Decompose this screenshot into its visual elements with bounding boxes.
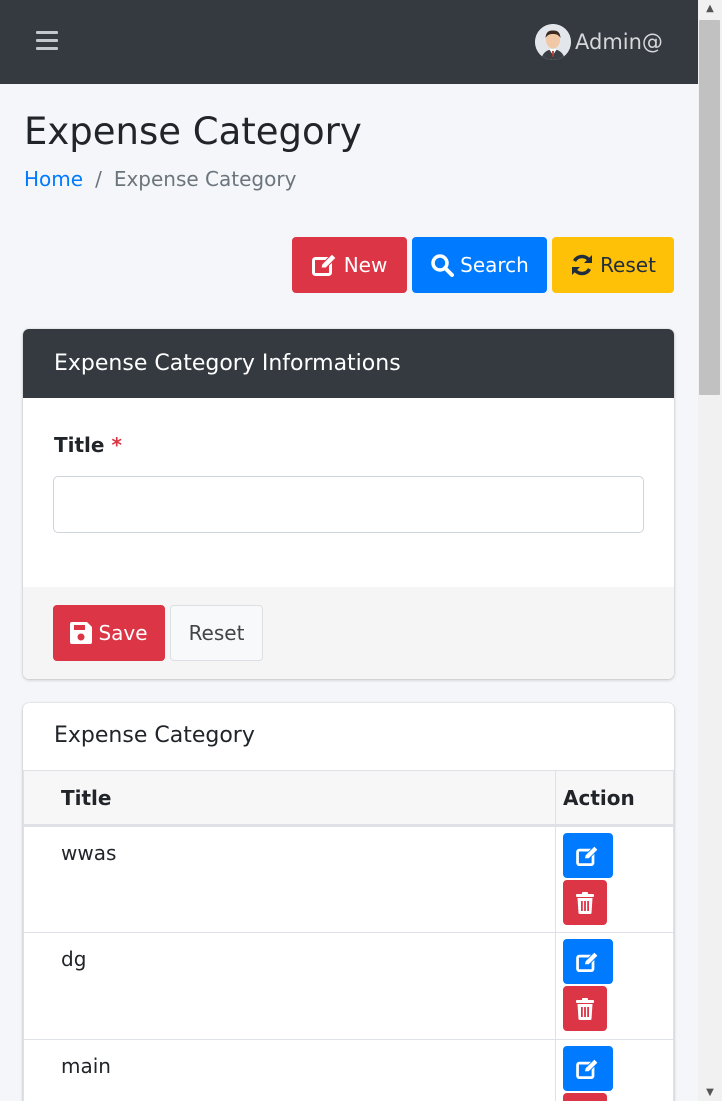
user-menu[interactable]: Admin@	[535, 24, 663, 60]
table-row: wwas	[23, 825, 674, 933]
list-card-title: Expense Category	[54, 723, 255, 748]
floppy-icon	[70, 622, 93, 644]
delete-button[interactable]	[563, 1093, 607, 1101]
scroll-up-icon[interactable]: ▲	[698, 0, 722, 17]
expense-category-table: Title Action wwas dg main	[23, 770, 674, 1101]
row-title: dg	[23, 932, 556, 1040]
expense-category-list-card: Expense Category Title Action wwas dg ma…	[23, 703, 674, 1101]
breadcrumb: Home / Expense Category	[24, 167, 296, 191]
trash-icon	[576, 997, 594, 1020]
search-icon	[431, 254, 455, 277]
row-actions	[555, 825, 674, 933]
trash-icon	[576, 891, 594, 914]
row-title: main	[23, 1039, 556, 1101]
form-reset-button[interactable]: Reset	[170, 605, 263, 661]
user-name: Admin@	[575, 30, 663, 54]
page-title: Expense Category	[24, 110, 362, 153]
expense-category-form-card: Expense Category Informations Title * Sa…	[23, 329, 674, 679]
hamburger-icon[interactable]	[36, 31, 58, 51]
table-header-row: Title Action	[23, 770, 674, 827]
refresh-icon	[572, 254, 593, 276]
save-button[interactable]: Save	[53, 605, 165, 661]
edit-button[interactable]	[563, 833, 613, 878]
row-actions	[555, 932, 674, 1040]
new-button[interactable]: New	[292, 237, 407, 293]
title-label: Title *	[54, 433, 122, 457]
delete-button[interactable]	[563, 986, 607, 1031]
new-button-label: New	[343, 253, 388, 277]
reset-button[interactable]: Reset	[552, 237, 674, 293]
title-input[interactable]	[53, 476, 644, 533]
edit-button[interactable]	[563, 1046, 613, 1091]
breadcrumb-current: Expense Category	[113, 167, 297, 191]
edit-icon	[311, 254, 337, 276]
edit-icon	[576, 845, 599, 866]
top-navbar: Admin@	[0, 0, 698, 84]
column-header-title: Title	[23, 770, 556, 827]
table-row: dg	[23, 932, 674, 1040]
edit-icon	[576, 1058, 599, 1079]
form-reset-button-label: Reset	[188, 621, 245, 645]
reset-button-label: Reset	[600, 253, 656, 277]
breadcrumb-home-link[interactable]: Home	[24, 167, 83, 191]
row-title: wwas	[23, 825, 556, 933]
edit-button[interactable]	[563, 939, 613, 984]
search-button-label: Search	[460, 253, 529, 277]
scroll-down-icon[interactable]: ▼	[698, 1084, 722, 1101]
save-button-label: Save	[98, 621, 148, 645]
title-label-text: Title	[54, 433, 105, 457]
scrollbar-thumb[interactable]	[699, 20, 720, 395]
required-mark: *	[111, 433, 122, 457]
form-card-footer: Save Reset	[23, 587, 674, 679]
search-button[interactable]: Search	[412, 237, 547, 293]
avatar	[535, 24, 571, 60]
form-card-header: Expense Category Informations	[23, 329, 674, 398]
edit-icon	[576, 951, 599, 972]
breadcrumb-separator: /	[95, 167, 102, 191]
table-row: main	[23, 1039, 674, 1101]
column-header-action: Action	[555, 770, 674, 827]
delete-button[interactable]	[563, 880, 607, 925]
page-scrollbar[interactable]: ▲ ▼	[698, 0, 722, 1101]
row-actions	[555, 1039, 674, 1101]
